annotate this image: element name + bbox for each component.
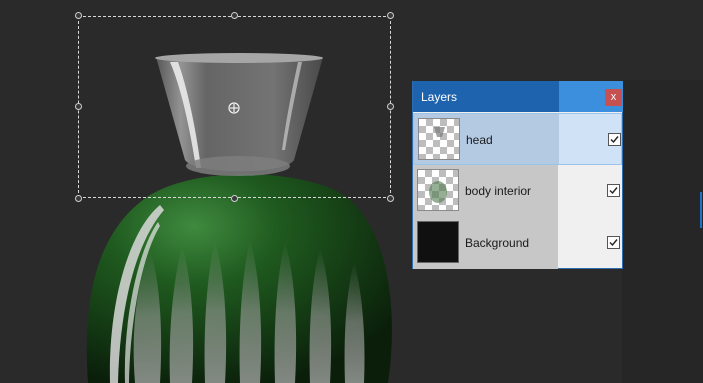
transform-handle-top-right[interactable] [387, 12, 394, 19]
scroll-accent [700, 192, 702, 228]
layer-thumbnail [417, 221, 459, 263]
layers-panel-header[interactable]: Layers x [413, 81, 623, 112]
layer-row-body-interior[interactable]: body interior [413, 165, 622, 217]
side-panel-area [622, 80, 703, 383]
checkbox-check-icon [610, 136, 619, 144]
close-icon[interactable]: x [605, 89, 622, 106]
layer-row-background[interactable]: Background [413, 217, 622, 269]
layers-panel-title: Layers [421, 90, 458, 104]
checkbox-check-icon [609, 239, 618, 247]
checkbox-check-icon [609, 187, 618, 195]
visibility-checkbox[interactable] [608, 133, 621, 146]
visibility-checkbox[interactable] [607, 236, 620, 249]
layer-row-head[interactable]: head [413, 113, 622, 165]
layer-thumbnail [417, 169, 459, 211]
layer-name: head [466, 133, 493, 147]
transform-handle-bottom-left[interactable] [75, 195, 82, 202]
transform-handle-middle-left[interactable] [75, 103, 82, 110]
crosshair-move-icon[interactable] [228, 101, 240, 114]
layer-thumbnail [418, 118, 460, 160]
layer-name: body interior [465, 184, 532, 198]
layers-panel: Layers x head body interior Background [412, 81, 623, 269]
transform-handle-bottom-center[interactable] [231, 195, 238, 202]
transform-handle-top-left[interactable] [75, 12, 82, 19]
transform-handle-top-center[interactable] [231, 12, 238, 19]
visibility-checkbox[interactable] [607, 184, 620, 197]
layer-name: Background [465, 236, 530, 250]
transform-handle-bottom-right[interactable] [387, 195, 394, 202]
transform-handle-middle-right[interactable] [387, 103, 394, 110]
